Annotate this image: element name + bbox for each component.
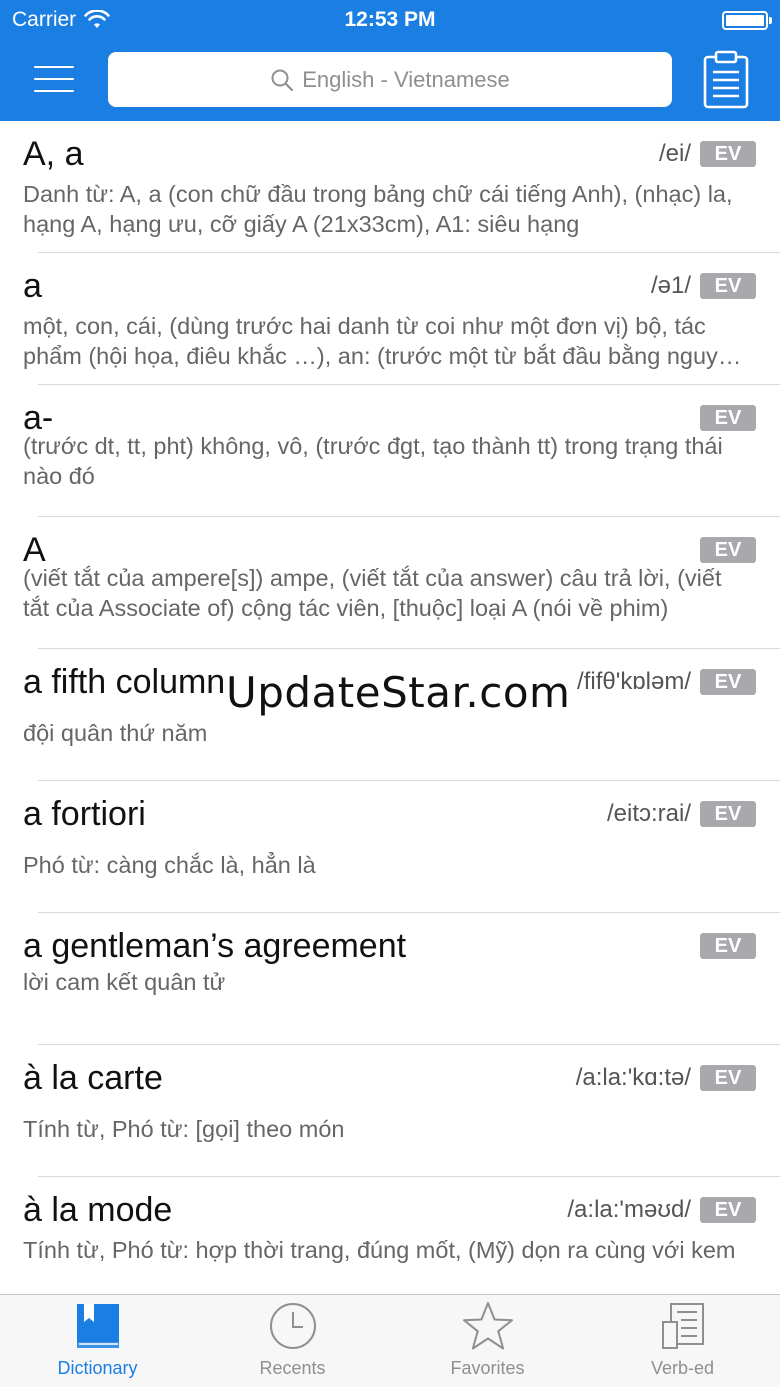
clipboard-icon[interactable]: [702, 50, 750, 110]
entry-badge: EV: [700, 933, 756, 959]
menu-line: [34, 78, 74, 80]
search-input[interactable]: English - Vietnamese: [108, 52, 672, 107]
entry-definition: lời cam kết quân tử: [23, 969, 226, 995]
entry-ipa: /a:la:'kɑ:tə/: [575, 1064, 691, 1091]
entry-ipa: /eitɔ:rai/: [606, 800, 691, 827]
entry-ipa: /a:la:'məʊd/: [567, 1196, 691, 1223]
tab-label: Dictionary: [57, 1358, 138, 1378]
tab-label: Recents: [259, 1358, 326, 1378]
entry-definition: (trước dt, tt, pht) không, vô, (trước đg…: [23, 433, 723, 489]
search-icon: [271, 69, 294, 91]
entry-badge: EV: [700, 273, 756, 299]
tab-dictionary[interactable]: Dictionary: [0, 1295, 195, 1387]
entry-word: a gentleman’s agreement: [23, 927, 407, 965]
entry-definition: một, con, cái, (dùng trước hai danh từ c…: [23, 313, 744, 369]
tab-bar: Dictionary Recents Favorites Verb-ed: [0, 1294, 780, 1387]
entry-definition: (viết tắt của ampere[s]) ampe, (viết tắt…: [23, 565, 722, 621]
entry-ipa: /fifθ'kɒləm/: [577, 668, 691, 695]
book-icon: [76, 1304, 119, 1348]
entry-badge: EV: [700, 141, 756, 167]
tab-favorites[interactable]: Favorites: [390, 1295, 585, 1387]
menu-line: [34, 90, 74, 92]
clock-time: 12:53 PM: [344, 8, 436, 31]
battery-icon: [722, 11, 772, 30]
entry-definition: Tính từ, Phó từ: hợp thời trang, đúng mố…: [23, 1237, 736, 1263]
entry-definition: Danh từ: A, a (con chữ đầu trong bảng ch…: [23, 181, 733, 237]
entry-word: A, a: [23, 135, 84, 173]
tab-verb-ed[interactable]: Verb-ed: [585, 1295, 780, 1387]
tab-recents[interactable]: Recents: [195, 1295, 390, 1387]
menu-button[interactable]: [30, 62, 78, 96]
list-item[interactable]: A EV (viết tắt của ampere[s]) ampe, (viế…: [0, 517, 780, 649]
entry-word: a fifth column: [23, 663, 226, 701]
tab-label: Verb-ed: [650, 1358, 715, 1378]
clock-icon: [269, 1303, 316, 1349]
list-item[interactable]: A, a /ei/ EV Danh từ: A, a (con chữ đầu …: [0, 121, 780, 253]
entry-definition: đội quân thứ năm: [23, 720, 208, 746]
word-list: A, a /ei/ EV Danh từ: A, a (con chữ đầu …: [0, 121, 780, 1309]
search-placeholder: English - Vietnamese: [302, 66, 510, 92]
entry-word: a fortiori: [23, 795, 146, 833]
entry-word: à la mode: [23, 1191, 173, 1229]
document-icon: [661, 1303, 704, 1349]
entry-definition: Tính từ, Phó từ: [gọi] theo món: [23, 1116, 345, 1142]
app-screen: Carrier 12:53 PM English - Vietnamese A,…: [0, 0, 780, 1387]
entry-badge: EV: [700, 1197, 756, 1223]
entry-definition: Phó từ: càng chắc là, hẳn là: [23, 852, 316, 878]
entry-badge: EV: [700, 669, 756, 695]
list-item[interactable]: à la carte /a:la:'kɑ:tə/ EV Tính từ, Phó…: [0, 1045, 780, 1177]
entry-word: a: [23, 267, 42, 305]
list-item[interactable]: a gentleman’s agreement EV lời cam kết q…: [0, 913, 780, 1045]
status-bar: Carrier 12:53 PM: [0, 0, 780, 40]
entry-ipa: /ə1/: [650, 272, 691, 299]
header: Carrier 12:53 PM English - Vietnamese: [0, 0, 780, 121]
list-item[interactable]: a fifth column /fifθ'kɒləm/ EV đội quân …: [0, 649, 780, 781]
entry-badge: EV: [700, 405, 756, 431]
entry-badge: EV: [700, 1065, 756, 1091]
entry-word: à la carte: [23, 1059, 163, 1097]
list-item[interactable]: a fortiori /eitɔ:rai/ EV Phó từ: càng ch…: [0, 781, 780, 913]
tab-label: Favorites: [450, 1358, 525, 1378]
list-item[interactable]: a- EV (trước dt, tt, pht) không, vô, (tr…: [0, 385, 780, 517]
entry-badge: EV: [700, 801, 756, 827]
list-item[interactable]: à la mode /a:la:'məʊd/ EV Tính từ, Phó t…: [0, 1177, 780, 1309]
entry-badge: EV: [700, 537, 756, 563]
entry-ipa: /ei/: [658, 140, 691, 167]
star-icon: [462, 1302, 513, 1350]
list-item[interactable]: a /ə1/ EV một, con, cái, (dùng trước hai…: [0, 253, 780, 385]
menu-line: [34, 66, 74, 68]
